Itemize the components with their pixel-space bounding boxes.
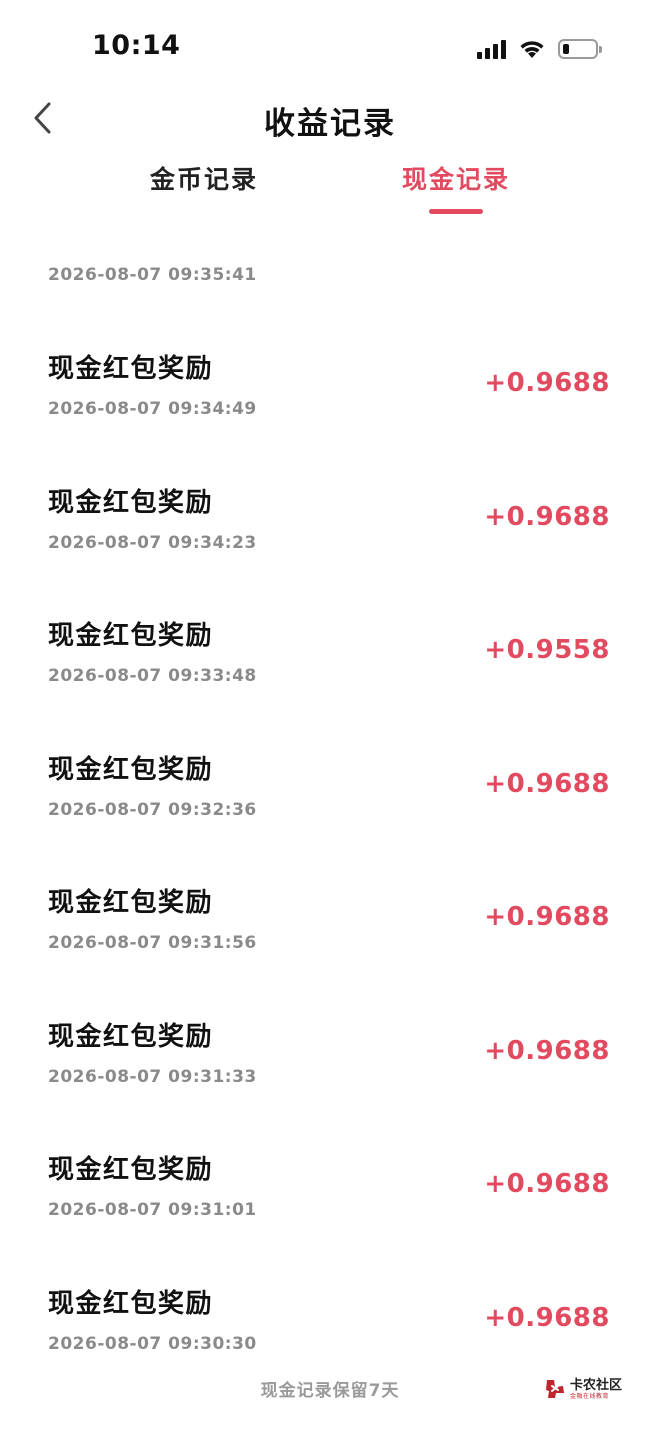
record-time: 2026-08-07 09:31:01 xyxy=(48,1200,257,1220)
record-row: 现金红包奖励 2026-08-07 09:31:56 +0.9688 xyxy=(0,882,660,1016)
tab-coin-records[interactable]: 金币记录 xyxy=(124,160,284,216)
record-row: 现金红包奖励 2026-08-07 09:31:01 +0.9688 xyxy=(0,1149,660,1283)
record-title: 现金红包奖励 xyxy=(48,754,214,785)
record-time: 2026-08-07 09:32:36 xyxy=(48,799,257,820)
watermark-slogan: 金融在线教育 xyxy=(570,1392,610,1400)
watermark: 卡农社区 金融在线教育 xyxy=(544,1378,622,1400)
record-time: 2026-08-07 09:35:41 xyxy=(48,265,257,285)
record-amount: +0.9688 xyxy=(484,1169,610,1199)
status-bar: 10:14 xyxy=(0,0,660,96)
record-title: 现金红包奖励 xyxy=(48,354,214,384)
record-amount: +0.9688 xyxy=(484,1302,610,1333)
page-title: 收益记录 xyxy=(264,106,396,142)
record-amount: +0.9688 xyxy=(484,902,610,932)
record-title: 现金红包奖励 xyxy=(48,621,214,651)
record-time: 2026-08-07 09:30:30 xyxy=(48,1333,257,1354)
wifi-icon xyxy=(520,41,544,58)
status-icons xyxy=(477,36,602,62)
record-row: 现金红包奖励 2026-08-07 09:31:33 +0.9688 xyxy=(0,1016,660,1150)
record-amount: +0.9688 xyxy=(484,368,610,398)
record-title: 现金红包奖励 xyxy=(48,1155,214,1185)
screen: 10:14 收益记录 金币记录 现金记录 2026-08-07 09:35:41… xyxy=(0,0,660,1434)
record-list: 现金红包奖励 2026-08-07 09:34:49 +0.9688 现金红包奖… xyxy=(0,348,660,1416)
record-amount: +0.9688 xyxy=(484,501,610,532)
record-title: 现金红包奖励 xyxy=(48,1021,214,1052)
nav-bar: 收益记录 xyxy=(0,96,660,142)
record-title: 现金红包奖励 xyxy=(48,1288,214,1319)
watermark-name: 卡农社区 xyxy=(570,1377,623,1393)
tab-label: 金币记录 xyxy=(149,165,258,194)
record-amount: +0.9558 xyxy=(484,635,610,665)
tab-label: 现金记录 xyxy=(401,165,510,194)
record-row: 现金红包奖励 2026-08-07 09:32:36 +0.9688 xyxy=(0,749,660,883)
record-title: 现金红包奖励 xyxy=(48,888,214,918)
tab-bar: 金币记录 现金记录 xyxy=(0,160,660,220)
record-amount: +0.9688 xyxy=(484,1035,610,1066)
tab-cash-records[interactable]: 现金记录 xyxy=(376,160,536,216)
record-title: 现金红包奖励 xyxy=(48,487,214,518)
record-time: 2026-08-07 09:34:49 xyxy=(48,399,257,419)
record-time: 2026-08-07 09:31:56 xyxy=(48,933,257,953)
record-row: 现金红包奖励 2026-08-07 09:33:48 +0.9558 xyxy=(0,615,660,749)
record-amount: +0.9688 xyxy=(484,768,610,799)
kanong-logo-icon xyxy=(546,1380,564,1398)
battery-icon xyxy=(558,39,602,59)
cellular-signal-icon xyxy=(477,39,506,59)
record-time: 2026-08-07 09:33:48 xyxy=(48,666,257,686)
watermark-text: 卡农社区 金融在线教育 xyxy=(570,1379,622,1400)
record-time: 2026-08-07 09:31:33 xyxy=(48,1066,257,1087)
status-time: 10:14 xyxy=(92,30,181,61)
record-row: 现金红包奖励 2026-08-07 09:34:49 +0.9688 xyxy=(0,348,660,482)
record-row: 现金红包奖励 2026-08-07 09:34:23 +0.9688 xyxy=(0,482,660,616)
active-tab-indicator xyxy=(429,209,483,214)
record-time: 2026-08-07 09:34:23 xyxy=(48,532,257,553)
